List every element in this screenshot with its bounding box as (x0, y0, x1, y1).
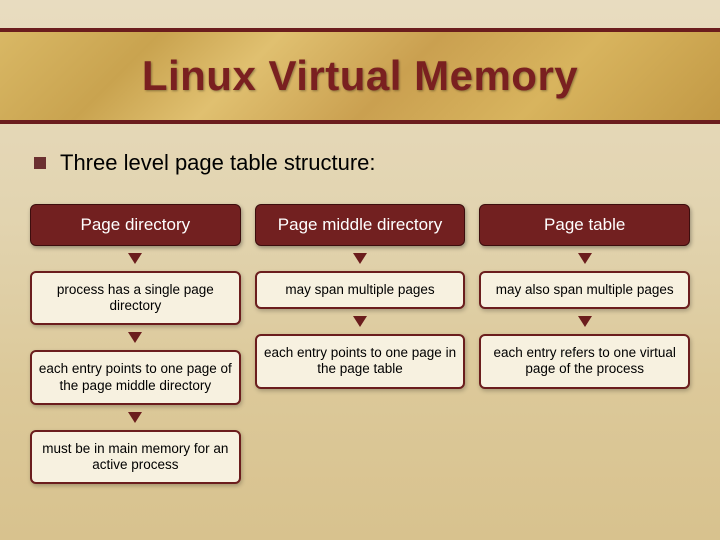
arrow-down-icon (578, 316, 592, 327)
column-page-table: Page table may also span multiple pages … (479, 204, 690, 484)
square-bullet-icon (34, 157, 46, 169)
bullet-text: Three level page table structure: (60, 150, 376, 176)
column-header: Page middle directory (255, 204, 466, 246)
slide-title: Linux Virtual Memory (142, 52, 578, 100)
arrow-down-icon (128, 332, 142, 343)
arrow-down-icon (128, 412, 142, 423)
info-box: must be in main memory for an active pro… (30, 430, 241, 484)
info-box: each entry refers to one virtual page of… (479, 334, 690, 388)
arrow-down-icon (353, 316, 367, 327)
info-box: may span multiple pages (255, 271, 466, 309)
column-header: Page table (479, 204, 690, 246)
column-header: Page directory (30, 204, 241, 246)
bullet-row: Three level page table structure: (34, 150, 690, 176)
arrow-down-icon (578, 253, 592, 264)
info-box: each entry points to one page of the pag… (30, 350, 241, 404)
arrow-down-icon (353, 253, 367, 264)
arrow-down-icon (128, 253, 142, 264)
info-box: may also span multiple pages (479, 271, 690, 309)
title-band: Linux Virtual Memory (0, 28, 720, 124)
content-area: Three level page table structure: Page d… (30, 150, 690, 484)
info-box: process has a single page directory (30, 271, 241, 325)
column-page-middle-directory: Page middle directory may span multiple … (255, 204, 466, 484)
diagram: Page directory process has a single page… (30, 204, 690, 484)
info-box: each entry points to one page in the pag… (255, 334, 466, 388)
column-page-directory: Page directory process has a single page… (30, 204, 241, 484)
